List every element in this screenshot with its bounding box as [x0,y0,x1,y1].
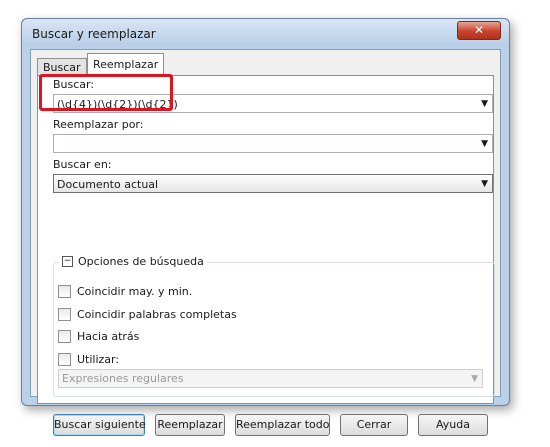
find-field-highlight [39,74,173,111]
tab-panel-reemplazar: Buscar: (\d{4})(\d{2})(\d{2}) ▼ Reemplaz… [37,75,495,436]
search-options-header[interactable]: − Opciones de búsqueda [59,255,207,268]
minus-icon[interactable]: − [62,256,73,267]
checkbox-whole-words[interactable]: Coincidir palabras completas [58,308,237,321]
use-type-value: Expresiones regulares [62,372,184,385]
search-in-select[interactable]: Documento actual ▼ [53,174,493,193]
replace-label: Reemplazar por: [53,118,144,131]
close-button[interactable]: Cerrar [340,414,408,436]
checkbox-box[interactable] [58,285,71,298]
checkbox-label: Utilizar: [77,353,120,366]
close-window-button[interactable]: ✕ [457,21,501,40]
checkbox-use[interactable]: Utilizar: [58,353,119,366]
title-bar[interactable]: Buscar y reemplazar ✕ [22,19,509,47]
checkbox-box[interactable] [58,330,71,343]
replace-all-button[interactable]: Reemplazar todo [235,414,330,436]
checkbox-box[interactable] [58,353,71,366]
close-icon: ✕ [473,23,485,37]
replace-button[interactable]: Reemplazar [155,414,225,436]
search-options-title: Opciones de búsqueda [78,255,204,268]
find-next-button[interactable]: Buscar siguiente [53,414,146,436]
search-in-value: Documento actual [57,178,159,191]
replace-combobox[interactable]: ▼ [53,134,493,153]
tab-reemplazar[interactable]: Reemplazar [87,53,165,76]
checkbox-backwards[interactable]: Hacia atrás [58,330,139,343]
chevron-down-icon[interactable]: ▼ [481,95,488,114]
checkbox-label: Coincidir palabras completas [77,308,237,321]
help-button[interactable]: Ayuda [418,414,488,436]
window-title: Buscar y reemplazar [32,27,156,41]
use-type-select: Expresiones regulares ▼ [58,369,483,388]
checkbox-box[interactable] [58,308,71,321]
chevron-down-icon[interactable]: ▼ [481,135,488,154]
find-replace-dialog: Buscar y reemplazar ✕ Buscar Reemplazar … [21,18,510,436]
checkbox-label: Coincidir may. y min. [77,285,193,298]
search-in-label: Buscar en: [53,158,112,171]
checkbox-match-case[interactable]: Coincidir may. y min. [58,285,192,298]
checkbox-label: Hacia atrás [77,330,140,343]
chevron-down-icon[interactable]: ▼ [481,175,488,194]
chevron-down-icon: ▼ [471,374,478,384]
